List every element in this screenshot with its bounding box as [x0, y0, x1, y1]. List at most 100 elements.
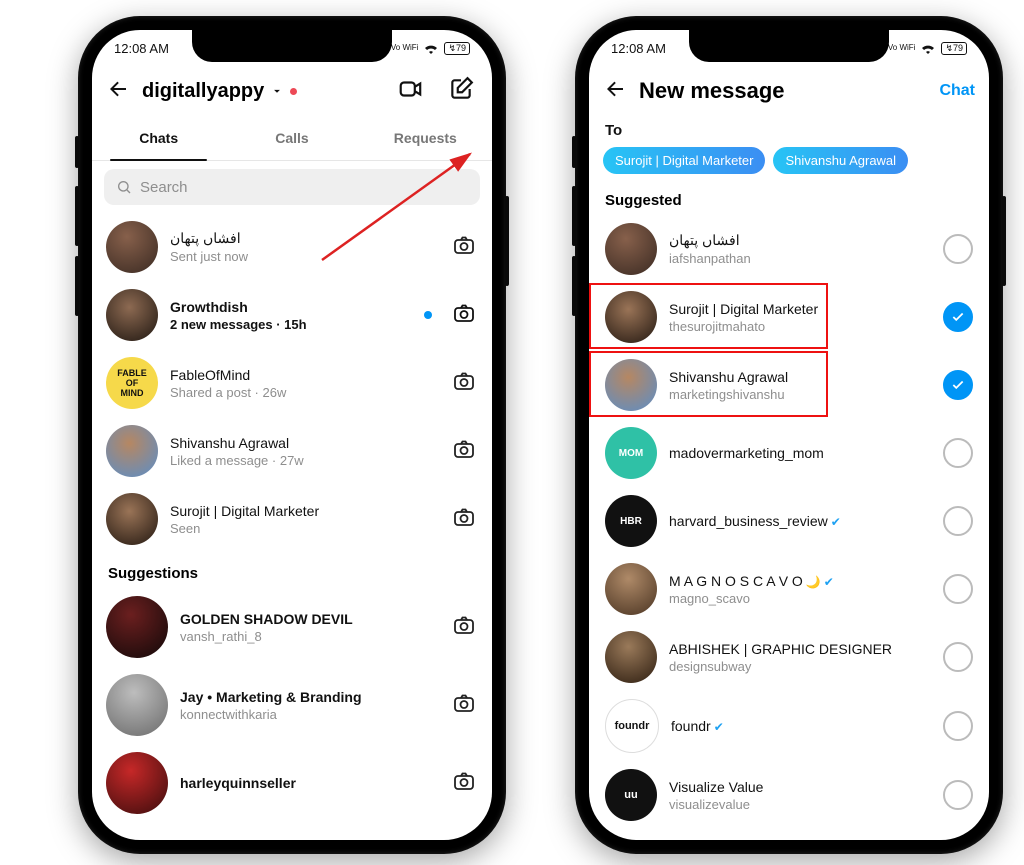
suggested-row[interactable]: افشاں پتھان iafshanpathan	[603, 215, 975, 283]
sugg-handle: iafshanpathan	[669, 251, 931, 266]
tab-calls[interactable]: Calls	[225, 116, 358, 160]
camera-button[interactable]	[452, 369, 478, 398]
sugg-handle: visualizevalue	[669, 797, 931, 812]
camera-icon	[452, 437, 476, 461]
video-call-button[interactable]	[394, 72, 428, 111]
chat-sub: Seen	[170, 521, 440, 536]
sugg-name: harvard_business_review✔	[669, 513, 931, 529]
avatar	[106, 425, 158, 477]
camera-button[interactable]	[452, 769, 478, 798]
suggested-list[interactable]: افشاں پتھان iafshanpathan Surojit | Digit…	[589, 215, 989, 840]
back-button[interactable]	[106, 77, 134, 106]
sugg-name: Shivanshu Agrawal	[669, 369, 931, 385]
sugg-name: Surojit | Digital Marketer	[669, 301, 931, 317]
suggested-row[interactable]: MOM madovermarketing_mom	[603, 419, 975, 487]
select-check[interactable]	[943, 711, 973, 741]
chat-row[interactable]: Growthdish 2 new messages · 15h	[104, 281, 480, 349]
suggested-row[interactable]: foundr foundr✔	[603, 691, 975, 761]
sugg-name: Visualize Value	[669, 779, 931, 795]
unread-dot	[424, 311, 432, 319]
compose-button[interactable]	[444, 72, 478, 111]
chat-row[interactable]: Shivanshu Agrawal Liked a message · 27w	[104, 417, 480, 485]
avatar: FABLEOFMIND	[106, 357, 158, 409]
sugg-handle: konnectwithkaria	[180, 707, 440, 722]
back-button[interactable]	[603, 77, 631, 106]
suggestion-row[interactable]: Jay • Marketing & Branding konnectwithka…	[104, 666, 480, 744]
chat-action-button[interactable]: Chat	[939, 82, 975, 100]
avatar: foundr	[605, 699, 659, 753]
camera-icon	[452, 691, 476, 715]
suggested-row[interactable]: HBR harvard_business_review✔	[603, 487, 975, 555]
sugg-handle: thesurojitmahato	[669, 319, 931, 334]
chat-sub: 2 new messages · 15h	[170, 317, 404, 332]
tab-chats[interactable]: Chats	[92, 116, 225, 160]
camera-button[interactable]	[452, 505, 478, 534]
camera-button[interactable]	[452, 437, 478, 466]
arrow-left-icon	[603, 77, 627, 101]
sugg-name: madovermarketing_mom	[669, 445, 931, 461]
sugg-handle: marketingshivanshu	[669, 387, 931, 402]
sugg-name: افشاں پتھان	[669, 232, 931, 249]
suggested-row[interactable]: Shivanshu Agrawal marketingshivanshu	[603, 351, 975, 419]
tab-requests[interactable]: Requests	[359, 116, 492, 160]
search-icon	[116, 179, 132, 195]
status-time: 12:08 AM	[114, 41, 169, 56]
camera-icon	[452, 301, 476, 325]
recipient-pill[interactable]: Shivanshu Agrawal	[773, 147, 908, 174]
sugg-name: M A G N O S C A V O🌙✔	[669, 573, 931, 589]
avatar	[106, 596, 168, 658]
camera-button[interactable]	[452, 613, 478, 642]
dm-tabs: Chats Calls Requests	[92, 116, 492, 161]
camera-icon	[452, 613, 476, 637]
sugg-name: ABHISHEK | GRAPHIC DESIGNER	[669, 641, 931, 657]
chat-row[interactable]: افشاں پتھان Sent just now	[104, 213, 480, 281]
sugg-name: GOLDEN SHADOW DEVIL	[180, 611, 440, 627]
avatar: MOM	[605, 427, 657, 479]
search-input[interactable]: Search	[104, 169, 480, 205]
select-check[interactable]	[943, 438, 973, 468]
avatar	[605, 291, 657, 343]
phone-left: 12:08 AM Vo WiFi ↯79 digitallyappy	[78, 16, 506, 854]
avatar	[106, 674, 168, 736]
suggested-header: Suggested	[589, 184, 989, 215]
recipients-field[interactable]: Surojit | Digital Marketer Shivanshu Agr…	[589, 139, 989, 184]
account-switcher[interactable]: digitallyappy	[142, 80, 297, 103]
suggested-row[interactable]: Surojit | Digital Marketer thesurojitmaha…	[603, 283, 975, 351]
avatar	[605, 563, 657, 615]
camera-button[interactable]	[452, 233, 478, 262]
camera-button[interactable]	[452, 691, 478, 720]
select-check[interactable]	[943, 506, 973, 536]
sugg-name: harleyquinnseller	[180, 775, 440, 791]
recipient-pill[interactable]: Surojit | Digital Marketer	[603, 147, 765, 174]
suggestion-row[interactable]: harleyquinnseller	[104, 744, 480, 822]
select-check[interactable]	[943, 780, 973, 810]
compose-icon	[448, 76, 474, 102]
sugg-name: Jay • Marketing & Branding	[180, 689, 440, 705]
suggested-row[interactable]: uu Visualize Value visualizevalue	[603, 761, 975, 829]
avatar	[605, 631, 657, 683]
suggestion-row[interactable]: GOLDEN SHADOW DEVIL vansh_rathi_8	[104, 588, 480, 666]
sugg-handle: vansh_rathi_8	[180, 629, 440, 644]
sugg-handle: designsubway	[669, 659, 931, 674]
to-label: To	[589, 116, 989, 139]
check-icon	[951, 310, 965, 324]
chat-name: افشاں پتھان	[170, 230, 440, 247]
select-check[interactable]	[943, 234, 973, 264]
camera-button[interactable]	[452, 301, 478, 330]
suggested-row[interactable]: ABHISHEK | GRAPHIC DESIGNER designsubway	[603, 623, 975, 691]
chat-row[interactable]: Surojit | Digital Marketer Seen	[104, 485, 480, 553]
suggestions-header: Suggestions	[104, 553, 480, 588]
select-check[interactable]	[943, 302, 973, 332]
video-icon	[398, 76, 424, 102]
chat-name: FableOfMind	[170, 367, 440, 383]
chat-row[interactable]: FABLEOFMIND FableOfMind Shared a post · …	[104, 349, 480, 417]
avatar: uu	[605, 769, 657, 821]
select-check[interactable]	[943, 642, 973, 672]
select-check[interactable]	[943, 370, 973, 400]
page-title: New message	[639, 78, 931, 104]
select-check[interactable]	[943, 574, 973, 604]
suggested-row[interactable]: M A G N O S C A V O🌙✔magno_scavo	[603, 555, 975, 623]
chat-list[interactable]: افشاں پتھان Sent just now Growthdish 2 n…	[92, 213, 492, 840]
chat-name: Shivanshu Agrawal	[170, 435, 440, 451]
net-label: Vo WiFi	[888, 44, 916, 52]
